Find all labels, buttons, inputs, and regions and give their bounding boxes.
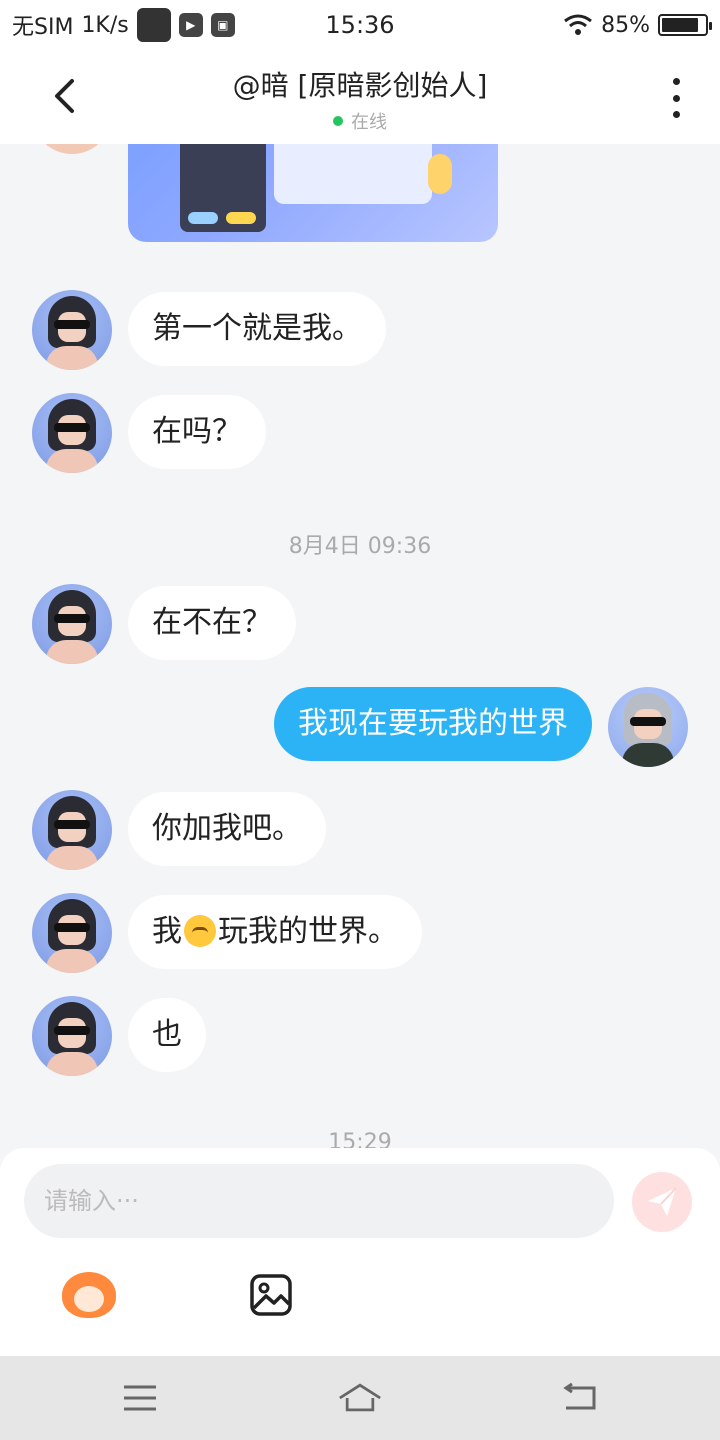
- message-bubble[interactable]: 也: [128, 998, 206, 1072]
- contact-avatar[interactable]: [32, 290, 112, 370]
- sticker-button[interactable]: [62, 1272, 116, 1318]
- my-avatar[interactable]: [608, 687, 688, 767]
- screenshot-button-shape: [188, 212, 218, 224]
- online-dot-icon: [333, 116, 343, 126]
- home-icon: [339, 1383, 381, 1412]
- screenshot-panel: [274, 144, 432, 204]
- contact-avatar[interactable]: [32, 790, 112, 870]
- sticker-icon: [62, 1272, 116, 1318]
- message-timestamp: 8月4日 09:36: [288, 534, 432, 559]
- carrier-text: 无SIM: [12, 15, 74, 40]
- more-dot-icon: [672, 94, 680, 102]
- play-notification-icon: ▶: [178, 13, 203, 37]
- send-icon: [648, 1187, 677, 1216]
- message-bubble[interactable]: 第一个就是我。: [128, 292, 386, 366]
- status-left: 无SIM 1K/s ▶ ▣: [12, 8, 235, 42]
- message-bubble-outgoing[interactable]: 我现在要玩我的世界: [274, 687, 592, 761]
- image-picker-button[interactable]: [244, 1272, 298, 1318]
- image-icon: [250, 1274, 292, 1316]
- image-message[interactable]: [128, 144, 498, 242]
- nav-home-button[interactable]: [338, 1378, 382, 1418]
- contact-avatar[interactable]: [32, 393, 112, 473]
- wifi-icon: [564, 14, 593, 35]
- app-notification-icon: [136, 8, 171, 42]
- battery-fill: [662, 18, 698, 32]
- contact-avatar[interactable]: [32, 893, 112, 973]
- back-button[interactable]: [44, 74, 84, 118]
- message-bubble[interactable]: 你加我吧。: [128, 792, 326, 866]
- contact-name: @暗 [原暗影创始人]: [232, 69, 488, 102]
- message-bubble[interactable]: 在吗？: [128, 395, 266, 469]
- message-bubble[interactable]: 在不在？: [128, 586, 296, 660]
- nav-back-button[interactable]: [558, 1378, 602, 1418]
- menu-icon: [124, 1385, 156, 1411]
- mascot-image: [428, 154, 452, 194]
- battery-icon: [658, 14, 712, 36]
- message-input[interactable]: [24, 1164, 614, 1238]
- online-status-label: 在线: [351, 112, 387, 133]
- message-timestamp: 15:29: [328, 1130, 392, 1148]
- online-status: 在线: [333, 108, 387, 134]
- network-speed: 1K/s: [81, 12, 129, 38]
- contact-avatar[interactable]: [32, 584, 112, 664]
- message-text: 我: [152, 914, 182, 949]
- more-dot-icon: [672, 78, 680, 85]
- send-button[interactable]: [632, 1172, 692, 1232]
- message-list[interactable]: 第一个就是我。 在吗？ 8月4日 09:36 在不在？ 我现在要玩我的世界 你加…: [0, 144, 720, 1148]
- more-dot-icon: [672, 111, 680, 118]
- message-text: 玩我的世界。: [218, 914, 398, 949]
- more-options-button[interactable]: [666, 78, 686, 118]
- chat-header: @暗 [原暗影创始人] 在线: [0, 50, 720, 144]
- nav-menu-button[interactable]: [118, 1378, 162, 1418]
- chevron-left-icon: [55, 79, 74, 113]
- status-right: 85%: [563, 12, 712, 38]
- back-arrow-icon: [563, 1382, 596, 1410]
- disappointed-face-icon: [184, 914, 216, 947]
- partial-avatar: [32, 144, 112, 154]
- composer: [0, 1148, 720, 1356]
- message-bubble[interactable]: 我 玩我的世界。: [128, 895, 422, 969]
- image-notification-icon: ▣: [210, 13, 235, 37]
- title-area: @暗 [原暗影创始人] 在线: [120, 64, 600, 134]
- contact-avatar[interactable]: [32, 996, 112, 1076]
- status-bar: 无SIM 1K/s ▶ ▣ 15:36 85%: [0, 0, 720, 50]
- screenshot-button-shape: [226, 212, 256, 224]
- system-nav-bar: [0, 1356, 720, 1440]
- battery-percent: 85%: [601, 12, 650, 38]
